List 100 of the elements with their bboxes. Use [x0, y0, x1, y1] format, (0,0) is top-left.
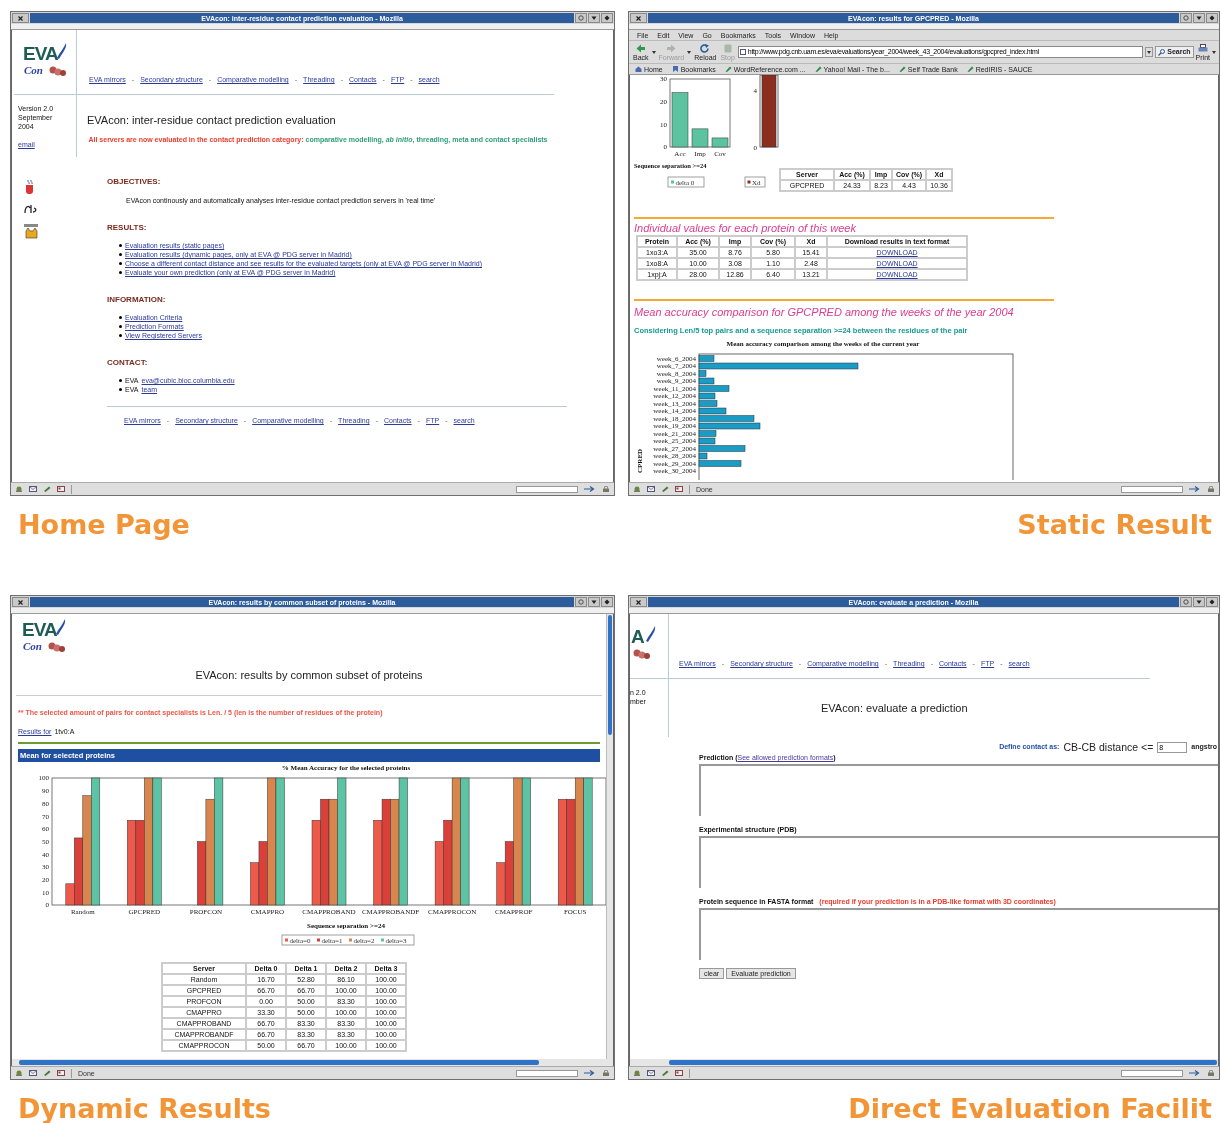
- bullet-icon: [119, 253, 122, 256]
- chart-bar: [691, 128, 709, 148]
- arrow-icon: [1189, 486, 1201, 492]
- logo-text: A: [631, 627, 645, 646]
- lock-icon: [602, 486, 610, 492]
- plot-frame: [669, 78, 731, 148]
- card-icon: [675, 486, 683, 492]
- bullet-icon: [119, 334, 122, 337]
- bullet-icon: [119, 244, 122, 247]
- bullet-icon: [119, 316, 122, 319]
- title-bar-button[interactable]: [1193, 597, 1205, 607]
- title-bar-button[interactable]: [588, 13, 600, 23]
- chart-bar: [671, 92, 689, 148]
- globe-icon: [15, 1070, 23, 1076]
- stop-icon: [722, 43, 733, 53]
- down-arrow-icon: [591, 599, 597, 605]
- bullet-icon: [119, 379, 122, 382]
- bookmark-icon: [671, 66, 679, 72]
- bullet-icon: [119, 262, 122, 265]
- caret-icon: [1147, 50, 1152, 54]
- card-icon: [675, 1070, 683, 1076]
- close-icon: [18, 15, 23, 21]
- legend-swatch-icon: [317, 938, 320, 942]
- card-icon: [57, 486, 65, 492]
- close-icon: [636, 15, 641, 21]
- arrow-icon: [584, 486, 596, 492]
- figure-caption: Static Result: [1017, 511, 1212, 538]
- lock-icon: [602, 1070, 610, 1076]
- caret-icon: [1212, 50, 1216, 54]
- pen-icon: [966, 66, 974, 72]
- close-button[interactable]: [630, 597, 647, 607]
- close-button[interactable]: [630, 13, 647, 23]
- legend-box: [744, 176, 766, 188]
- molecule-icon: [48, 642, 65, 653]
- arrow-icon: [584, 1070, 596, 1076]
- mail-icon: [647, 486, 655, 492]
- text-area[interactable]: [699, 764, 1218, 816]
- molecule-icon: [633, 649, 650, 660]
- distance-label: CB-CB distance <=: [1063, 742, 1154, 753]
- diamond-icon: [1209, 15, 1215, 21]
- caret-icon: [651, 50, 656, 54]
- figure-caption: Dynamic Results: [18, 1095, 271, 1122]
- globe-icon: [633, 1070, 641, 1076]
- title-bar-button[interactable]: [588, 597, 600, 607]
- bullet-icon: [119, 271, 122, 274]
- pen-icon: [661, 486, 669, 492]
- bullet-icon: [119, 325, 122, 328]
- legend-swatch-icon: [285, 938, 288, 942]
- logo-subtext: Con: [24, 65, 43, 76]
- pen-icon: [898, 66, 906, 72]
- logo-text: EVA: [23, 44, 58, 63]
- close-icon: [636, 599, 641, 605]
- mail-icon: [29, 1070, 37, 1076]
- scroll-bar[interactable]: [606, 614, 613, 1059]
- bullet-icon: [119, 388, 122, 391]
- circle-icon: [1183, 15, 1189, 21]
- figure-caption: Home Page: [18, 511, 190, 538]
- text-area[interactable]: [699, 836, 1218, 888]
- page-heading: EVAcon: evaluate a prediction: [820, 701, 968, 716]
- title-bar-button[interactable]: [1206, 13, 1218, 23]
- page-heading: EVAcon: results by common subset of proteins: [194, 669, 424, 681]
- legend-swatch-icon: [747, 180, 751, 184]
- card-icon: [57, 1070, 65, 1076]
- ribbon-icon: [644, 625, 656, 642]
- reload-icon: [700, 43, 711, 53]
- dropdown-button[interactable]: [1145, 47, 1154, 57]
- title-bar-button[interactable]: [1206, 597, 1218, 607]
- down-arrow-icon: [1196, 599, 1202, 605]
- chart-bar: [434, 841, 444, 906]
- arrow-icon: [1189, 1070, 1201, 1076]
- title-bar-button[interactable]: [601, 597, 613, 607]
- house-icon: [635, 66, 642, 72]
- legend-swatch-icon: [349, 938, 352, 942]
- diamond-icon: [1209, 599, 1215, 605]
- lock-icon: [1207, 1070, 1215, 1076]
- diamond-icon: [604, 599, 610, 605]
- printer-icon: [1197, 43, 1208, 53]
- logo-subtext: Con: [23, 641, 42, 652]
- down-arrow-icon: [591, 15, 597, 21]
- lettering-icon: [23, 203, 39, 215]
- mail-icon: [647, 1070, 655, 1076]
- text-area[interactable]: [699, 908, 1218, 960]
- section-heading: RESULTS:: [107, 223, 148, 233]
- right-arrow-icon: [666, 43, 677, 53]
- logo-text: EVA: [22, 620, 57, 639]
- diamond-icon: [604, 15, 610, 21]
- legend-swatch-icon: [381, 938, 384, 942]
- close-button[interactable]: [12, 597, 29, 607]
- close-icon: [18, 599, 23, 605]
- caret-icon: [687, 50, 692, 54]
- chart-bar: [711, 137, 729, 148]
- legend-swatch-icon: [671, 180, 674, 184]
- close-button[interactable]: [12, 13, 29, 23]
- globe-icon: [15, 486, 23, 492]
- section-title: Mean accuracy comparison for GPCPRED among the weeks of the year 2004: [634, 306, 1015, 318]
- globe-icon: [633, 486, 641, 492]
- left-arrow-icon: [635, 43, 646, 53]
- page-heading: EVAcon: inter-residue contact prediction evaluation: [86, 113, 337, 126]
- title-bar-button[interactable]: [601, 13, 613, 23]
- title-bar-button[interactable]: [1193, 13, 1205, 23]
